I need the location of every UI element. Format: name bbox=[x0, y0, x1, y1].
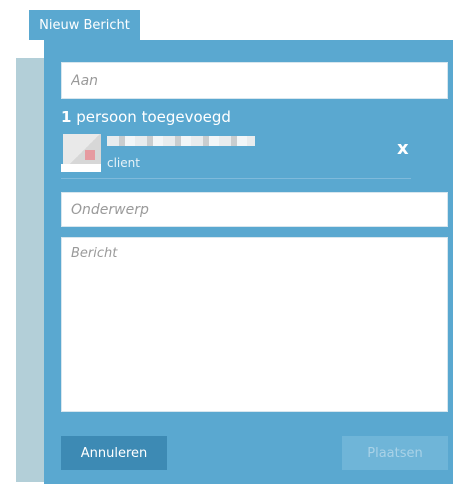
subject-input[interactable] bbox=[61, 192, 448, 227]
recipient-role: client bbox=[107, 156, 140, 170]
tab-label: Nieuw Bericht bbox=[39, 17, 130, 33]
recipient-name-blurred bbox=[107, 136, 255, 146]
new-message-panel: 1 persoon toegevoegd client x Annuleren … bbox=[44, 40, 453, 484]
post-button[interactable]: Plaatsen bbox=[342, 436, 448, 470]
to-input[interactable] bbox=[61, 62, 448, 99]
recipient-count-text: persoon toegevoegd bbox=[76, 108, 231, 126]
new-message-tab[interactable]: Nieuw Bericht bbox=[29, 10, 140, 40]
recipient-item: client bbox=[61, 132, 411, 179]
recipient-count: 1 persoon toegevoegd bbox=[61, 108, 231, 126]
cancel-button[interactable]: Annuleren bbox=[61, 436, 167, 470]
remove-recipient-icon[interactable]: x bbox=[397, 138, 409, 159]
avatar-label-strip bbox=[61, 164, 101, 172]
message-textarea[interactable] bbox=[61, 237, 448, 412]
recipient-count-number: 1 bbox=[61, 108, 72, 126]
